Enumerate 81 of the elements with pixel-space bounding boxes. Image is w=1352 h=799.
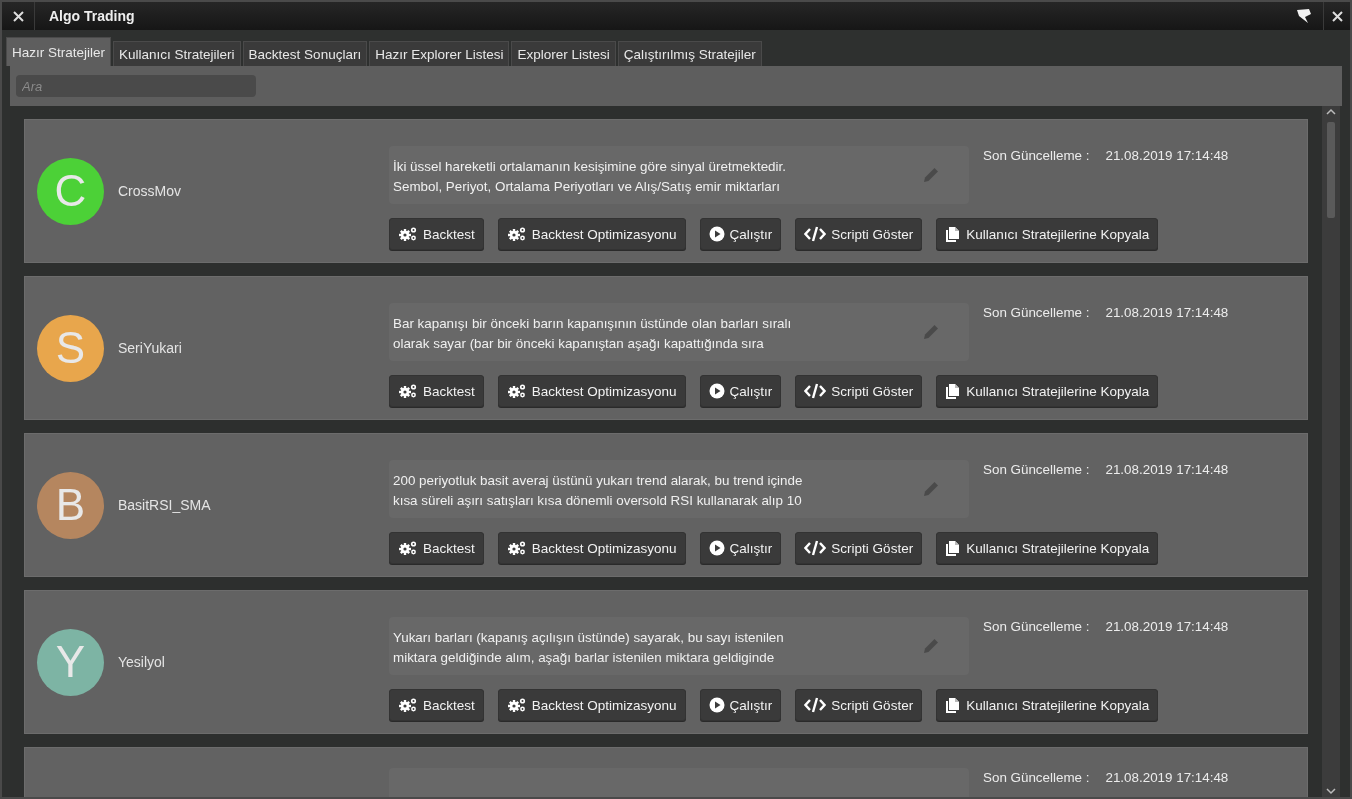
code-icon (804, 540, 827, 556)
gears-icon (506, 697, 527, 713)
action-button[interactable]: Scripti Göster (795, 532, 923, 564)
edit-icon[interactable] (921, 479, 941, 499)
action-button[interactable]: Kullanıcı Stratejilerine Kopyala (936, 218, 1159, 250)
avatar-circle: B (37, 471, 104, 539)
avatar-circle: C (37, 157, 104, 225)
gears-icon (506, 383, 527, 399)
avatar-circle: S (37, 314, 104, 382)
updated-label: Son Güncelleme : (983, 462, 1090, 479)
action-button[interactable]: Backtest Optimizasyonu (497, 689, 686, 721)
action-button[interactable]: Backtest (389, 532, 484, 564)
description-text: İki üssel hareketli ortalamanın kesişimine göre sinyal üretmektedir. Sembol, Periyot, Ortalama Periyotları ve Alış/Satış emir miktarları (393, 158, 786, 196)
action-button[interactable]: Backtest (389, 375, 484, 407)
search-field[interactable]: Ara (16, 75, 256, 97)
action-button[interactable]: Scripti Göster (795, 689, 923, 721)
code-icon (804, 226, 827, 242)
gears-icon (398, 540, 418, 556)
action-button[interactable]: Backtest Optimizasyonu (497, 532, 686, 564)
copy-icon (945, 382, 962, 400)
edit-icon[interactable] (921, 165, 941, 185)
tab[interactable]: Backtest Sonuçları (242, 41, 368, 66)
edit-icon[interactable] (921, 322, 941, 342)
avatar-circle: Y (37, 628, 104, 696)
action-button[interactable]: Kullanıcı Stratejilerine Kopyala (936, 375, 1159, 407)
description-text: Bar kapanışı bir önceki barın kapanışının üstünde olan barları sıralı olarak sayar (bar bir önceki kapanıştan aşağı kapattığında sıra (393, 315, 792, 353)
close-icon[interactable] (12, 10, 24, 22)
copy-icon (945, 696, 962, 714)
updated-label: Son Güncelleme : (983, 305, 1090, 322)
action-button[interactable]: Kullanıcı Stratejilerine Kopyala (936, 689, 1159, 721)
gears-icon (398, 383, 418, 399)
play-icon (708, 540, 725, 556)
action-button[interactable]: Çalıştır (699, 218, 782, 250)
updated-label: Son Güncelleme : (983, 770, 1090, 787)
code-icon (804, 697, 827, 713)
copy-icon (945, 539, 962, 557)
updated-label: Son Güncelleme : (983, 619, 1090, 636)
updated-date: 21.08.2019 17:14:48 (1105, 619, 1229, 636)
action-button[interactable]: Backtest (389, 689, 484, 721)
tab[interactable]: Hazır Explorer Listesi (369, 41, 510, 66)
action-button[interactable]: Çalıştır (699, 375, 782, 407)
updated-date: 21.08.2019 17:14:48 (1105, 305, 1229, 322)
scroll-down-icon[interactable] (1326, 787, 1336, 795)
strategy-name: CrossMov (118, 183, 181, 199)
action-button[interactable]: Kullanıcı Stratejilerine Kopyala (936, 532, 1159, 564)
gears-icon (398, 226, 418, 242)
code-icon (804, 383, 827, 399)
copy-icon (945, 225, 962, 243)
tab[interactable]: Hazır Stratejiler (6, 37, 112, 66)
tab[interactable]: Kullanıcı Stratejileri (113, 41, 241, 66)
updated-label: Son Güncelleme : (983, 148, 1090, 165)
scrollbar[interactable] (1322, 106, 1340, 797)
strategy-name: Yesilyol (118, 654, 165, 670)
strategy-name: BasitRSI_SMA (118, 497, 211, 513)
close-icon[interactable] (1331, 10, 1343, 22)
updated-date: 21.08.2019 17:14:48 (1105, 148, 1229, 165)
gears-icon (398, 697, 418, 713)
tab[interactable]: Çalıştırılmış Stratejiler (617, 41, 762, 66)
play-icon (708, 697, 725, 713)
tab[interactable]: Explorer Listesi (511, 41, 616, 66)
window-title: Algo Trading (48, 8, 136, 24)
updated-date: 21.08.2019 17:14:48 (1105, 462, 1229, 479)
action-button[interactable]: Çalıştır (699, 532, 782, 564)
flag-icon[interactable] (1295, 8, 1313, 24)
updated-date: 21.08.2019 17:14:48 (1105, 770, 1229, 787)
play-icon (708, 383, 725, 399)
gears-icon (506, 226, 527, 242)
action-button[interactable]: Scripti Göster (795, 375, 923, 407)
play-icon (708, 226, 725, 242)
action-button[interactable]: Çalıştır (699, 689, 782, 721)
action-button[interactable]: Backtest (389, 218, 484, 250)
scroll-thumb[interactable] (1327, 122, 1335, 218)
description-text: Yukarı barları (kapanış açılışın üstünde) sayarak, bu sayı istenilen miktara geldiğinde alım, aşağı barlar istenilen miktara geldiginde (393, 629, 784, 667)
description-text: 200 periyotluk basit averaj üstünü yukarı trend alarak, bu trend içinde kısa süreli aşırı satışları kısa dönemli oversold RSI kullanarak alıp 10 (393, 472, 803, 510)
action-button[interactable]: Scripti Göster (795, 218, 923, 250)
action-button[interactable]: Backtest Optimizasyonu (497, 375, 686, 407)
action-button[interactable]: Backtest Optimizasyonu (497, 218, 686, 250)
edit-icon[interactable] (921, 636, 941, 656)
gears-icon (506, 540, 527, 556)
scroll-up-icon[interactable] (1326, 108, 1336, 116)
strategy-name: SeriYukari (118, 340, 182, 356)
